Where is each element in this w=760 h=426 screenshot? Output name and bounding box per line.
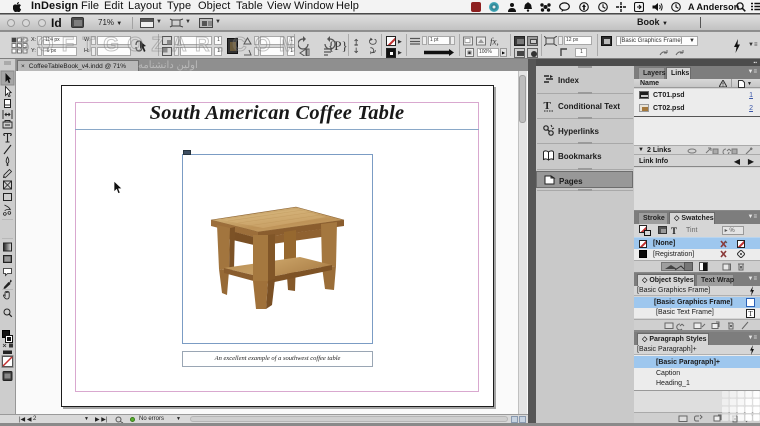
svg-text:fx,: fx, [490, 37, 499, 47]
svg-text:T: T [544, 100, 552, 112]
